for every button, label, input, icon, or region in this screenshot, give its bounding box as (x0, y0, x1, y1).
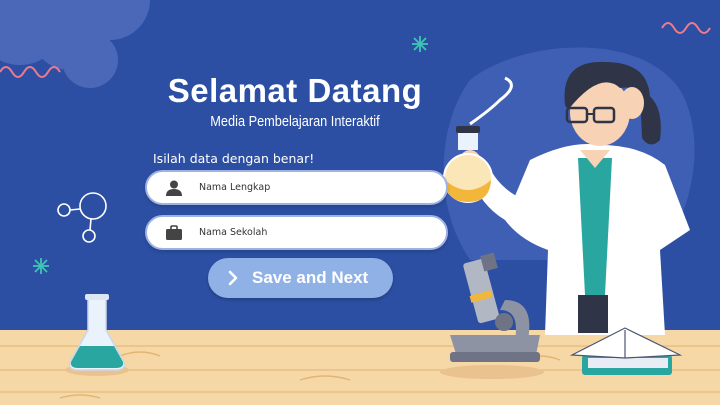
save-and-next-label: Save and Next (252, 268, 369, 287)
briefcase-icon (166, 225, 182, 240)
school-name-field[interactable] (145, 215, 448, 250)
molecule-icon (57, 192, 107, 243)
person-icon (166, 180, 182, 196)
squiggle-decoration-left (0, 66, 61, 78)
microscope-icon (440, 252, 544, 379)
form-instruction: Isilah data dengan benar! (153, 151, 315, 166)
chevron-right-icon (228, 270, 238, 286)
sparkle-icon (33, 258, 49, 274)
school-name-input[interactable] (199, 217, 439, 248)
sparkle-icon (412, 36, 428, 52)
welcome-subtitle: Media Pembelajaran Interaktif (210, 113, 380, 130)
squiggle-decoration-right (661, 22, 711, 34)
save-and-next-button[interactable]: Save and Next (208, 258, 393, 298)
full-name-field[interactable] (145, 170, 448, 205)
welcome-title: Selamat Datang (167, 72, 423, 109)
full-name-input[interactable] (199, 172, 439, 203)
